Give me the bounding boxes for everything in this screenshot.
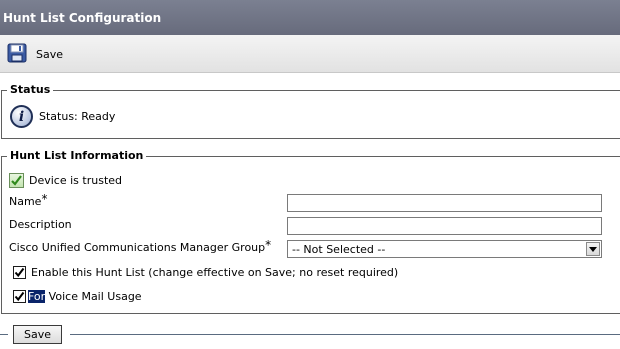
status-text: Status: Ready bbox=[39, 110, 116, 123]
hunt-list-information-legend: Hunt List Information bbox=[7, 148, 147, 164]
status-row: i Status: Ready bbox=[10, 105, 115, 128]
cucm-group-select[interactable]: -- Not Selected -- bbox=[287, 240, 602, 258]
name-input[interactable] bbox=[287, 194, 602, 212]
toolbar: Save bbox=[0, 35, 620, 73]
cucm-group-selected-value: -- Not Selected -- bbox=[292, 242, 386, 256]
description-input[interactable] bbox=[287, 217, 602, 235]
device-trusted-label: Device is trusted bbox=[29, 174, 123, 187]
footer-divider-left bbox=[0, 334, 8, 335]
status-legend: Status bbox=[7, 82, 54, 98]
toolbar-save-button[interactable]: Save bbox=[7, 43, 63, 65]
voice-mail-usage-row: For Voice Mail Usage bbox=[13, 290, 142, 303]
device-trusted-row: Device is trusted bbox=[9, 173, 122, 188]
name-label-text: Name bbox=[9, 195, 42, 208]
cucm-group-required-marker: * bbox=[265, 238, 272, 252]
description-label: Description bbox=[9, 218, 72, 231]
toolbar-save-label: Save bbox=[36, 47, 64, 61]
info-icon: i bbox=[10, 105, 33, 128]
enable-hunt-list-label: Enable this Hunt List (change effective … bbox=[31, 266, 399, 279]
name-required-marker: * bbox=[41, 192, 48, 206]
enable-hunt-list-checkbox[interactable] bbox=[13, 266, 26, 279]
cucm-group-label: Cisco Unified Communications Manager Gro… bbox=[9, 238, 272, 255]
status-fieldset: Status i Status: Ready bbox=[1, 82, 620, 139]
cucm-group-label-text: Cisco Unified Communications Manager Gro… bbox=[9, 241, 266, 254]
enable-hunt-list-row: Enable this Hunt List (change effective … bbox=[13, 266, 398, 279]
voice-mail-usage-checkbox[interactable] bbox=[13, 290, 26, 303]
footer-save-button[interactable]: Save bbox=[13, 325, 62, 344]
voice-mail-usage-label-highlight: For bbox=[28, 290, 46, 303]
floppy-disk-icon bbox=[7, 43, 27, 66]
chevron-down-icon[interactable] bbox=[586, 242, 600, 256]
green-check-icon bbox=[9, 173, 24, 188]
voice-mail-usage-label-rest: Voice Mail Usage bbox=[45, 290, 142, 303]
name-label: Name* bbox=[9, 192, 48, 209]
page-title: Hunt List Configuration bbox=[0, 0, 620, 35]
footer-divider bbox=[70, 334, 620, 335]
